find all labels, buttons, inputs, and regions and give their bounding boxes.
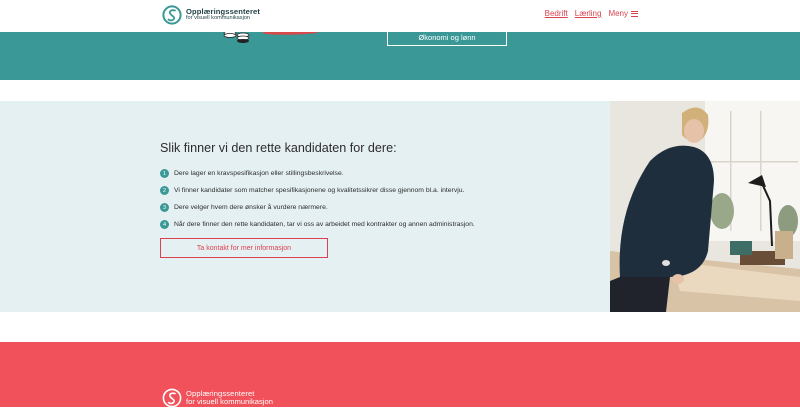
step-number-badge: 1 — [160, 169, 169, 178]
site-footer: Opplæringssenteret for visuell kommunika… — [0, 342, 800, 408]
economy-button[interactable]: Økonomi og lønn — [387, 32, 507, 46]
list-item: 4 Når dere finner den rette kandidaten, … — [160, 216, 475, 233]
hamburger-icon — [631, 10, 638, 17]
menu-button[interactable]: Meny — [608, 9, 638, 18]
logo-tagline: for visuell kommunikasjon — [186, 15, 251, 22]
site-logo[interactable]: Opplæringssenteret for visuell kommunika… — [162, 5, 260, 25]
list-item: 3 Dere velger hvem dere ønsker å vurdere… — [160, 199, 475, 216]
nav-link-bedrift[interactable]: Bedrift — [545, 9, 568, 18]
logo-icon — [162, 5, 182, 25]
step-text: Når dere finner den rette kandidaten, ta… — [174, 221, 475, 228]
menu-label: Meny — [608, 9, 628, 18]
nav-link-laerling[interactable]: Lærling — [575, 9, 602, 18]
steps-list: 1 Dere lager en kravspesifikasjon eller … — [160, 165, 475, 233]
contact-button[interactable]: Ta kontakt for mer informasjon — [160, 238, 328, 258]
list-item: 1 Dere lager en kravspesifikasjon eller … — [160, 165, 475, 182]
site-header: Opplæringssenteret for visuell kommunika… — [0, 0, 800, 32]
hero-band: Økonomi og lønn — [0, 32, 800, 80]
step-number-badge: 3 — [160, 203, 169, 212]
step-text: Vi finner kandidater som matcher spesifi… — [174, 187, 465, 194]
step-number-badge: 4 — [160, 220, 169, 229]
list-item: 2 Vi finner kandidater som matcher spesi… — [160, 182, 475, 199]
footer-logo-tagline: for visuell kommunikasjon — [186, 397, 273, 406]
step-number-badge: 2 — [160, 186, 169, 195]
step-text: Dere lager en kravspesifikasjon eller st… — [174, 170, 344, 177]
step-text: Dere velger hvem dere ønsker å vurdere n… — [174, 204, 328, 211]
main-nav: Bedrift Lærling Meny — [545, 9, 638, 18]
section-title: Slik finner vi den rette kandidaten for … — [160, 141, 397, 155]
office-photo — [610, 101, 800, 312]
recruitment-section: Slik finner vi den rette kandidaten for … — [0, 101, 800, 312]
coins-illustration — [223, 32, 318, 43]
logo-icon — [162, 388, 182, 408]
woman-at-desk-photo — [610, 101, 800, 312]
footer-logo[interactable]: Opplæringssenteret for visuell kommunika… — [162, 388, 273, 408]
